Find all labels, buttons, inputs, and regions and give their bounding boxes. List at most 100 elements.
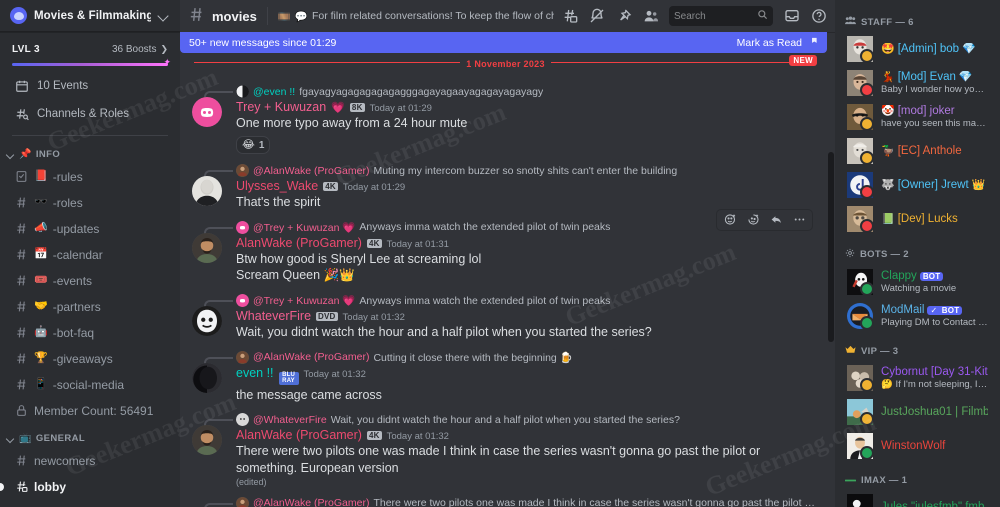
message-author[interactable]: Ulysses_Wake [236, 179, 318, 193]
reaction-pill[interactable]: 😂 1 [236, 136, 271, 155]
sidebar-item-lobby[interactable]: lobby [8, 474, 172, 499]
notification-bell-off-icon[interactable] [588, 8, 605, 25]
sidebar-item-roles[interactable]: 🕶️ -roles [8, 190, 172, 215]
reply-author[interactable]: @AlanWake (ProGamer) [253, 497, 369, 507]
channel-scroll-area[interactable]: 📌 INFO 📕 -rules 🕶️ -roles 📣 -updates 📅 -… [0, 140, 180, 507]
sidebar-item-bot-faq-label: -bot-faq [52, 325, 95, 340]
channel-sidebar: Movies & Filmmaking LVL 3 36 Boosts ❯ 10… [0, 0, 180, 507]
search-input[interactable]: Search [669, 6, 773, 26]
mark-as-read-label: Mark as Read [736, 36, 802, 49]
avatar[interactable] [192, 232, 222, 263]
message-author[interactable]: AlanWake (ProGamer) [236, 428, 362, 442]
messages-scrollbar[interactable] [828, 152, 834, 342]
sidebar-item-partners[interactable]: 🤝 -partners [8, 294, 172, 319]
sidebar-item-channels-roles[interactable]: Channels & Roles [8, 101, 172, 127]
channel-emoji: 📅 [34, 248, 48, 260]
status-badge [860, 117, 874, 131]
member-row[interactable]: 💃 [Mod] Evan 💎 Baby I wonder how you fe.… [839, 66, 996, 100]
mark-as-read-button[interactable]: Mark as Read [737, 36, 818, 50]
member-row[interactable]: WinstonWolf [839, 429, 996, 463]
member-row[interactable]: 🤡 [mod] joker have you seen this man? n.… [839, 100, 996, 134]
sidebar-item-events-channel[interactable]: 🎟️ -events [8, 268, 172, 293]
help-icon[interactable] [810, 8, 827, 25]
sidebar-item-media[interactable]: media [8, 500, 172, 507]
member-list[interactable]: STAFF — 6 🤩 [Admin] bob 💎 💃 [Mod] Evan 💎… [835, 0, 1000, 507]
message-author[interactable]: Trey + Kuwuzan [236, 100, 326, 114]
avatar[interactable] [192, 176, 222, 207]
member-name: 🦆 [EC] Anthole [881, 145, 988, 157]
sidebar-item-calendar[interactable]: 📅 -calendar [8, 242, 172, 267]
chevron-down-icon[interactable] [158, 10, 170, 22]
chevron-right-icon: ❯ [160, 44, 168, 54]
new-messages-banner[interactable]: 50+ new messages since 01:29 Mark as Rea… [180, 32, 827, 53]
reply-reference[interactable]: @even !! fgayagyagagagagagagggagayagaaya… [204, 84, 815, 102]
avatar [847, 138, 874, 165]
messages-scroll[interactable]: 50+ new messages since 01:29 Mark as Rea… [180, 32, 835, 507]
badge-emoji-icon: 💎 [962, 43, 976, 55]
sidebar-item-bot-faq[interactable]: 🤖 -bot-faq [8, 320, 172, 345]
pin-icon[interactable] [615, 8, 632, 25]
category-general[interactable]: 📺 GENERAL [0, 424, 180, 447]
sidebar-item-events[interactable]: 10 Events [8, 73, 172, 99]
reply-reference[interactable]: @AlanWake (ProGamer) Cutting it close th… [204, 350, 815, 368]
message-text: One more typo away from a 24 hour mute [236, 116, 468, 130]
member-row[interactable]: JustJoshua01 | Filmbr... [839, 395, 996, 429]
member-row[interactable]: Clappy BOT Watching a movie [839, 265, 996, 299]
reply-reference[interactable]: @AlanWake (ProGamer) There were two pilo… [204, 496, 815, 507]
sidebar-item-updates[interactable]: 📣 -updates [8, 216, 172, 241]
role-emoji-icon: 🤡 [881, 105, 895, 117]
channel-emoji: 🤖 [34, 326, 48, 338]
member-name: ModMail ✓ BOT [881, 304, 988, 316]
channel-topic[interactable]: 🎞️ 💬 For film related conversations! To … [278, 10, 554, 23]
sidebar-item-newcomers[interactable]: newcomers [8, 448, 172, 473]
reply-author[interactable]: @Trey + Kuwuzan 💗 [253, 221, 355, 234]
inbox-icon[interactable] [783, 8, 800, 25]
sidebar-item-social-media[interactable]: 📱 -social-media [8, 372, 172, 397]
sidebar-item-rules[interactable]: 📕 -rules [8, 164, 172, 189]
reply-author[interactable]: @Trey + Kuwuzan 💗 [253, 294, 355, 307]
message-timestamp: Today at 01:32 [386, 431, 449, 443]
message-author[interactable]: even !! [236, 366, 274, 380]
date-divider: 1 November 2023 NEW [194, 55, 817, 69]
sidebar-item-roles-label: -roles [52, 195, 83, 210]
server-boost-block[interactable]: LVL 3 36 Boosts ❯ [0, 32, 180, 72]
message-header: even !! BLU RAY Today at 01:32 [236, 366, 815, 386]
avatar[interactable] [192, 362, 222, 393]
message-author[interactable]: WhateverFire [236, 309, 311, 323]
member-row[interactable]: 📗 [Dev] Lucks [839, 202, 996, 236]
server-header[interactable]: Movies & Filmmaking [0, 0, 180, 32]
member-row[interactable]: Cybornut [Day 31-Kitc... 🤔 If I'm not sl… [839, 361, 996, 395]
reply-reference[interactable]: @AlanWake (ProGamer) Muting my intercom … [204, 163, 815, 182]
hash-icon [14, 351, 29, 366]
message-timestamp: Today at 01:29 [369, 103, 432, 114]
member-row[interactable]: Jules "julesfmb" fmb [839, 490, 996, 507]
member-activity: have you seen this man? n... [881, 118, 988, 129]
reply-author[interactable]: @AlanWake (ProGamer) [253, 165, 369, 177]
member-row[interactable]: 🦆 [EC] Anthole [839, 134, 996, 168]
message-header: Ulysses_Wake 4K Today at 01:29 [236, 179, 815, 193]
avatar[interactable] [192, 97, 222, 127]
reply-author[interactable]: @AlanWake (ProGamer) [253, 351, 369, 363]
activity-emoji-icon: 🤔 [881, 379, 893, 390]
threads-icon[interactable] [561, 8, 578, 25]
chevron-down-icon [6, 434, 15, 443]
member-name-text: Jules "julesfmb" fmb [881, 501, 985, 507]
reply-author[interactable]: @WhateverFire [253, 414, 327, 426]
sidebar-item-events-channel-label: -events [52, 273, 93, 288]
avatar[interactable] [192, 425, 222, 456]
member-list-icon[interactable] [642, 8, 659, 25]
reply-reference[interactable]: @Trey + Kuwuzan 💗 Anyways imma watch the… [204, 220, 815, 238]
status-badge [860, 151, 874, 165]
avatar [236, 85, 249, 98]
member-row[interactable]: 🤩 [Admin] bob 💎 [839, 32, 996, 66]
member-row[interactable]: 🐺 [Owner] Jrewt 👑 💎 [839, 168, 996, 202]
reply-author[interactable]: @even !! [253, 86, 295, 98]
reply-reference[interactable]: @WhateverFire Wait, you didnt watch the … [204, 412, 815, 431]
avatar[interactable] [192, 306, 222, 336]
sidebar-item-giveaways[interactable]: 🏆 -giveaways [8, 346, 172, 371]
category-info[interactable]: 📌 INFO [0, 140, 180, 163]
sidebar-item-member-count[interactable]: Member Count: 56491 [8, 398, 172, 423]
member-row[interactable]: ModMail ✓ BOT Playing DM to Contact Staf… [839, 299, 996, 333]
message-author[interactable]: AlanWake (ProGamer) [236, 236, 362, 250]
reply-reference[interactable]: @Trey + Kuwuzan 💗 Anyways imma watch the… [204, 293, 815, 311]
